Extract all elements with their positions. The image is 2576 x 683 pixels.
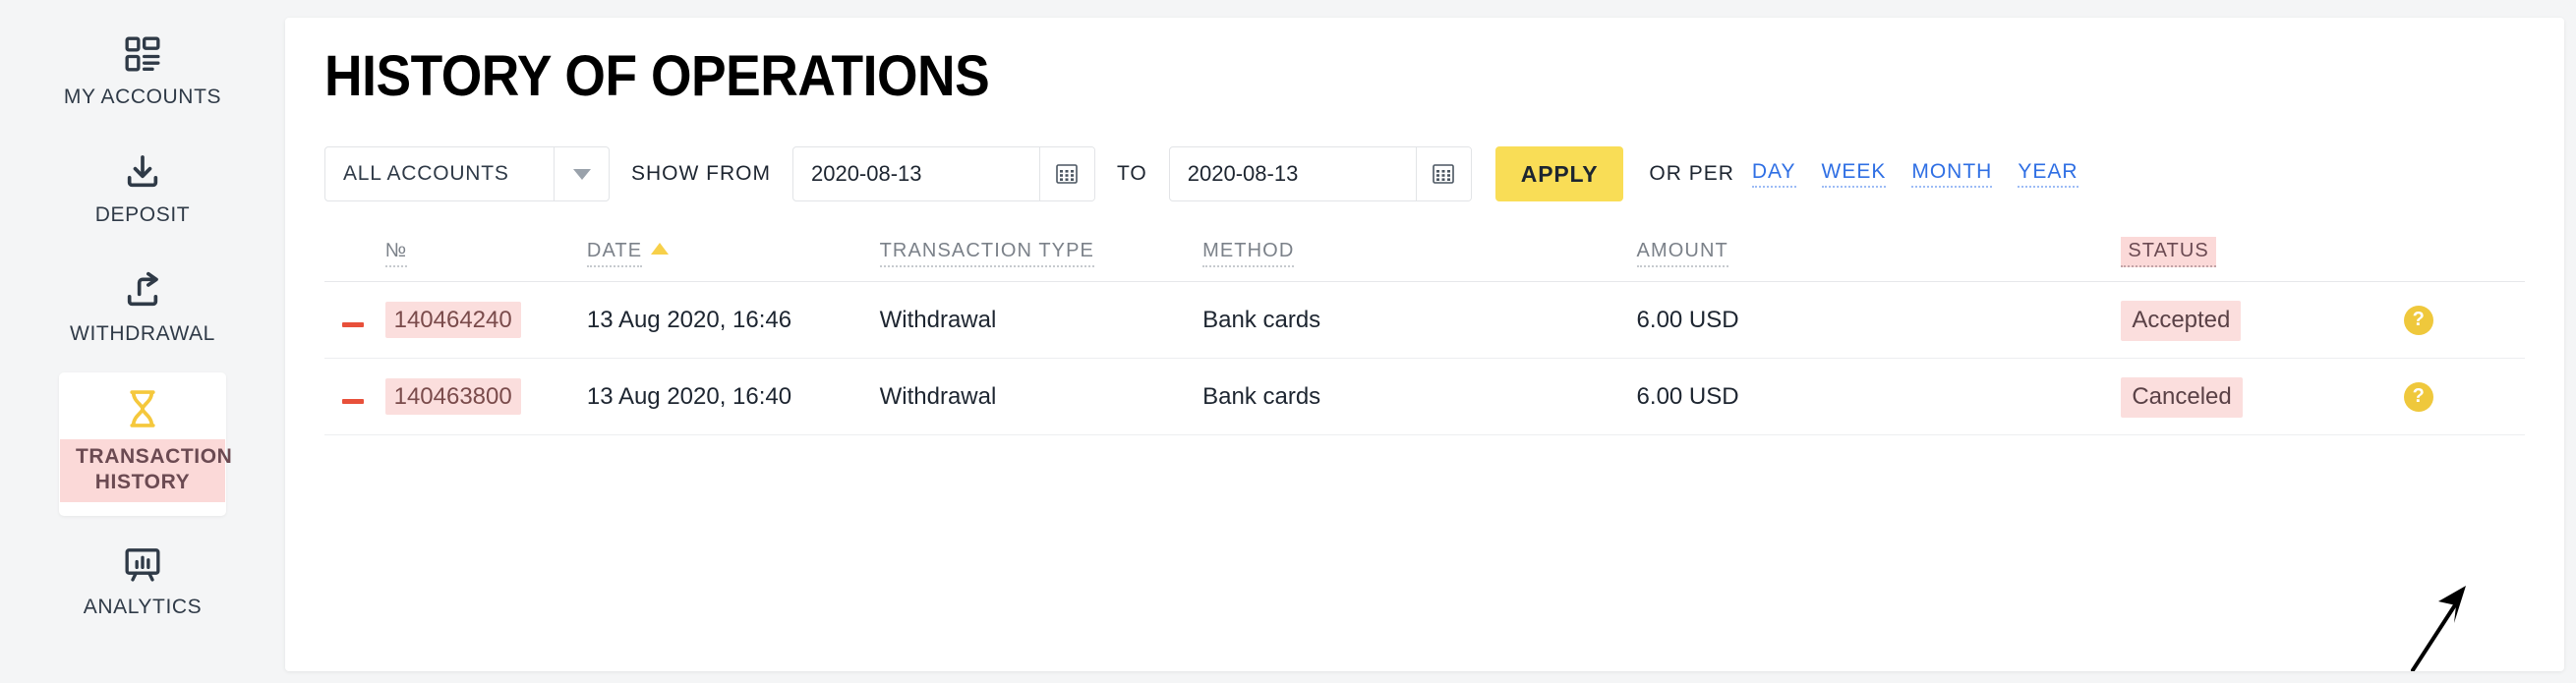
account-select[interactable]: ALL ACCOUNTS [324,146,610,201]
row-amount: 6.00 USD [1637,282,2122,359]
upload-icon [123,270,162,312]
column-header-help [2404,237,2525,282]
date-to-input[interactable] [1170,147,1416,200]
main-panel: HISTORY OF OPERATIONS ALL ACCOUNTS SHOW … [285,18,2564,671]
sidebar-item-label: ANALYTICS [84,595,203,620]
row-help: ? [2404,282,2525,359]
period-link-day[interactable]: DAY [1752,160,1796,188]
hourglass-icon [126,388,159,429]
row-sign [324,359,385,435]
calendar-icon-from[interactable] [1039,146,1094,201]
row-method: Bank cards [1202,282,1636,359]
table-body: 140464240 13 Aug 2020, 16:46 Withdrawal … [324,282,2525,481]
sidebar-item-label: DEPOSIT [95,202,190,228]
sidebar-item-label: MY ACCOUNTS [64,85,221,110]
row-date: 13 Aug 2020, 16:46 [587,282,880,359]
row-sign [324,282,385,359]
period-link-year[interactable]: YEAR [2018,160,2078,188]
row-transaction-type: Withdrawal [880,282,1203,359]
filter-bar: ALL ACCOUNTS SHOW FROM TO [324,146,2525,201]
table-row[interactable]: 140464240 13 Aug 2020, 16:46 Withdrawal … [324,282,2525,359]
operations-table: № DATE TRANSACTION TYPE METHOD AMOUNT [324,237,2525,481]
sidebar: MY ACCOUNTS DEPOSIT WITHDRAWAL [0,0,285,683]
to-label: TO [1117,162,1147,186]
minus-icon [342,322,364,327]
column-header-transaction-type[interactable]: TRANSACTION TYPE [880,237,1203,282]
show-from-label: SHOW FROM [631,162,771,186]
sidebar-item-analytics[interactable]: ANALYTICS [59,528,226,634]
sort-ascending-icon[interactable] [651,243,669,255]
status-badge: Accepted [2121,301,2241,341]
help-icon[interactable]: ? [2404,306,2433,335]
sidebar-item-label: TRANSACTION HISTORY [60,439,225,503]
account-select-value: ALL ACCOUNTS [325,162,554,186]
presentation-chart-icon [123,543,162,585]
date-to-field[interactable] [1169,146,1472,201]
date-from-field[interactable] [792,146,1095,201]
row-status: Accepted [2121,282,2403,359]
table-footer-spacer [324,435,2525,481]
minus-icon [342,399,364,404]
column-header-status[interactable]: STATUS [2121,237,2403,282]
row-status: Canceled [2121,359,2403,435]
table-row[interactable]: 140463800 13 Aug 2020, 16:40 Withdrawal … [324,359,2525,435]
column-header-number[interactable]: № [385,237,587,282]
row-transaction-type: Withdrawal [880,359,1203,435]
column-header-amount[interactable]: AMOUNT [1637,237,2122,282]
column-header-sign [324,237,385,282]
mouse-cursor-arrow [2399,576,2507,671]
row-help: ? [2404,359,2525,435]
sidebar-item-my-accounts[interactable]: MY ACCOUNTS [59,18,226,124]
row-number: 140463800 [385,359,587,435]
download-icon [123,151,162,193]
page-title: HISTORY OF OPERATIONS [324,43,2349,109]
help-icon[interactable]: ? [2404,382,2433,412]
row-amount: 6.00 USD [1637,359,2122,435]
date-from-input[interactable] [793,147,1039,200]
sidebar-item-transaction-history[interactable]: TRANSACTION HISTORY [59,372,226,517]
row-number: 140464240 [385,282,587,359]
row-date: 13 Aug 2020, 16:40 [587,359,880,435]
chevron-down-icon[interactable] [554,147,609,200]
sidebar-item-label: WITHDRAWAL [70,321,215,347]
or-per-label: OR PER [1649,162,1734,186]
period-link-month[interactable]: MONTH [1911,160,1992,188]
column-header-date[interactable]: DATE [587,237,880,282]
app-root: MY ACCOUNTS DEPOSIT WITHDRAWAL [0,0,2576,683]
table-header: № DATE TRANSACTION TYPE METHOD AMOUNT [324,237,2525,282]
column-header-method[interactable]: METHOD [1202,237,1636,282]
sidebar-item-withdrawal[interactable]: WITHDRAWAL [59,255,226,361]
sidebar-item-deposit[interactable]: DEPOSIT [59,136,226,242]
period-link-week[interactable]: WEEK [1822,160,1887,188]
grid-list-icon [123,33,162,75]
row-method: Bank cards [1202,359,1636,435]
status-badge: Canceled [2121,377,2242,418]
apply-button[interactable]: APPLY [1495,146,1624,201]
calendar-icon-to[interactable] [1416,146,1471,201]
